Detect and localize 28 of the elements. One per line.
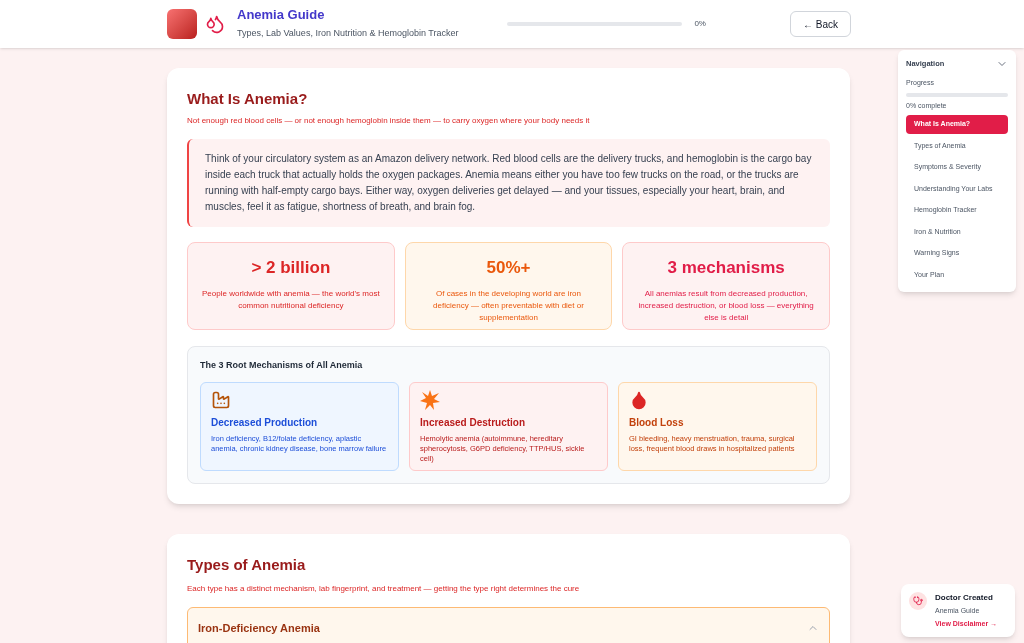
stat-description: People worldwide with anemia — the world's most common nutritional deficiency [201, 288, 381, 312]
mechanism-title: Increased Destruction [420, 416, 527, 430]
progress-reading: 0% [694, 18, 706, 30]
app-subtitle: Types, Lab Values, Iron Nutrition & Hemoglobin Tracker [237, 27, 459, 41]
mechanism-title: Blood Loss [629, 416, 685, 430]
section-subtitle: Not enough red blood cells — or not enough hemoglobin inside them — to carry oxygen where your body needs it [187, 114, 591, 127]
section-subtitle: Each type has a distinct mechanism, lab fingerprint, and treatment — getting the type right determines the cure [187, 582, 581, 595]
panel-title: The 3 Root Mechanisms of All Anemia [200, 358, 364, 372]
stat-value: > 2 billion [251, 256, 331, 279]
stat-description: Of cases in the developing world are iron deficiency — often preventable with diet or supplementation [432, 288, 585, 324]
mechanism-title: Decreased Production [211, 416, 319, 430]
burst-icon [420, 390, 440, 410]
blood-drop-icon [629, 390, 649, 410]
stat-description: All anemias result from decreased production, increased destruction, or blood loss — everything else is detail [637, 288, 815, 324]
back-button[interactable]: ← Back [790, 11, 851, 37]
section-title: Types of Anemia [187, 555, 307, 575]
factory-icon [211, 390, 231, 410]
section-title: What Is Anemia? [187, 89, 309, 109]
analogy-text: Think of your circulatory system as an Amazon delivery network. Red blood cells are the delivery trucks, and hemoglobin is the cargo bay inside each truck that actually holds the oxygen packages. Anemia means either you have too few trucks on the road, or the trucks are running with half-empty cargo bays. Either way, oxygen deliveries get delayed — and your tissues, especially your heart, brain, and muscles, feel it as fatigue, shortness of breath, and brain fog. [205, 151, 813, 214]
accordion-item[interactable]: Iron-Deficiency Anemia [187, 606, 830, 643]
blood-drops-icon [205, 14, 225, 34]
badge-title: Doctor Created [935, 592, 994, 604]
app-title: Anemia Guide [237, 7, 326, 24]
blood-cells-photo [167, 9, 197, 39]
accordion-title: Iron-Deficiency Anemia [198, 620, 320, 636]
stat-value: 3 mechanisms [667, 256, 785, 279]
stat-value: 50%+ [486, 256, 531, 279]
stethoscope-icon [909, 592, 927, 610]
